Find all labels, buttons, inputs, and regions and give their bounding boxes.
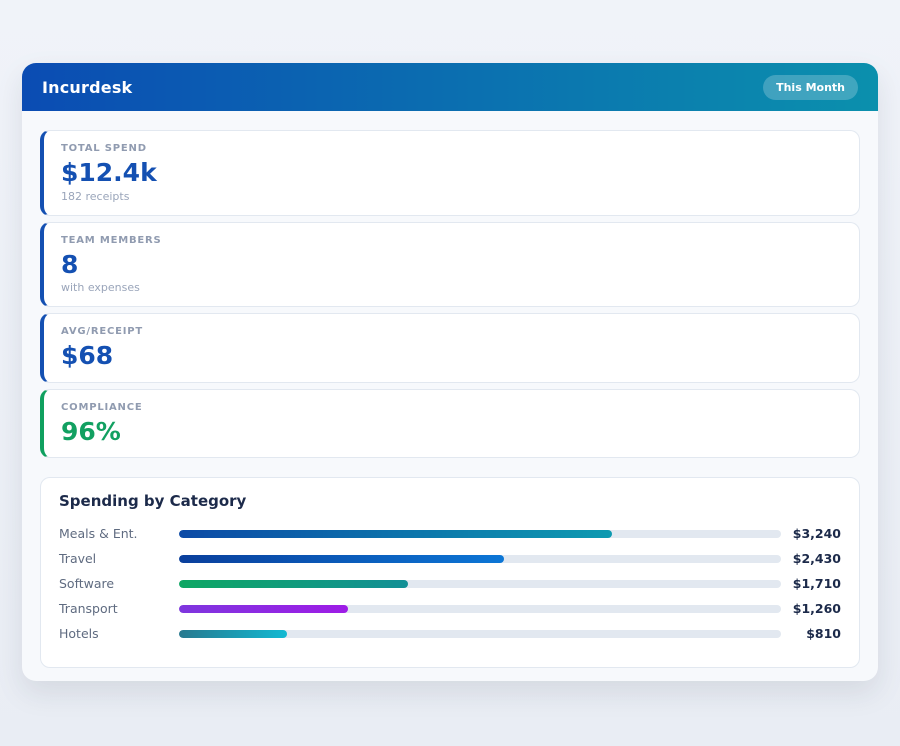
stat-label: AVG/RECEIPT: [61, 326, 842, 337]
stat-sub: with expenses: [61, 281, 842, 294]
row-label: Meals & Ent.: [59, 526, 179, 541]
chart-rows: Meals & Ent. $3,240 Travel $2,430 Software $1…: [59, 521, 841, 646]
stat-card-0: TOTAL SPEND $12.4k 182 receipts: [40, 130, 860, 216]
stat-value: $68: [61, 342, 842, 370]
bar-track: [179, 530, 781, 538]
bar-track: [179, 580, 781, 588]
bar-track: [179, 555, 781, 563]
chart-row-2: Software $1,710: [59, 571, 841, 596]
chart-row-1: Travel $2,430: [59, 546, 841, 571]
app-title: Incurdesk: [42, 78, 132, 97]
bar-fill: [179, 530, 612, 538]
row-value: $810: [781, 626, 841, 641]
stat-label: TEAM MEMBERS: [61, 235, 842, 246]
row-label: Transport: [59, 601, 179, 616]
stat-label: TOTAL SPEND: [61, 143, 842, 154]
stat-card-1: TEAM MEMBERS 8 with expenses: [40, 222, 860, 308]
stat-value: $12.4k: [61, 159, 842, 187]
row-value: $1,710: [781, 576, 841, 591]
app-body: TOTAL SPEND $12.4k 182 receipts TEAM MEMBER…: [22, 111, 878, 681]
row-label: Software: [59, 576, 179, 591]
stat-value: 96%: [61, 418, 842, 446]
stat-sub: 182 receipts: [61, 190, 842, 203]
stat-label: COMPLIANCE: [61, 402, 842, 413]
chart-card: Spending by Category Meals & Ent. $3,240 T…: [40, 477, 860, 668]
app-header: Incurdesk This Month: [22, 63, 878, 111]
stats-list: TOTAL SPEND $12.4k 182 receipts TEAM MEMBER…: [40, 130, 860, 458]
chart-row-0: Meals & Ent. $3,240: [59, 521, 841, 546]
chart-row-4: Hotels $810: [59, 621, 841, 646]
bar-fill: [179, 555, 504, 563]
chart-row-3: Transport $1,260: [59, 596, 841, 621]
row-label: Travel: [59, 551, 179, 566]
stat-card-3: COMPLIANCE 96%: [40, 389, 860, 459]
row-value: $2,430: [781, 551, 841, 566]
stat-card-2: AVG/RECEIPT $68: [40, 313, 860, 383]
row-label: Hotels: [59, 626, 179, 641]
bar-track: [179, 605, 781, 613]
stat-value: 8: [61, 251, 842, 279]
row-value: $1,260: [781, 601, 841, 616]
period-badge[interactable]: This Month: [763, 75, 858, 100]
bar-fill: [179, 580, 408, 588]
bar-fill: [179, 630, 287, 638]
bar-fill: [179, 605, 348, 613]
bar-track: [179, 630, 781, 638]
row-value: $3,240: [781, 526, 841, 541]
app-window: Incurdesk This Month TOTAL SPEND $12.4k 18…: [22, 63, 878, 681]
chart-title: Spending by Category: [59, 492, 841, 510]
